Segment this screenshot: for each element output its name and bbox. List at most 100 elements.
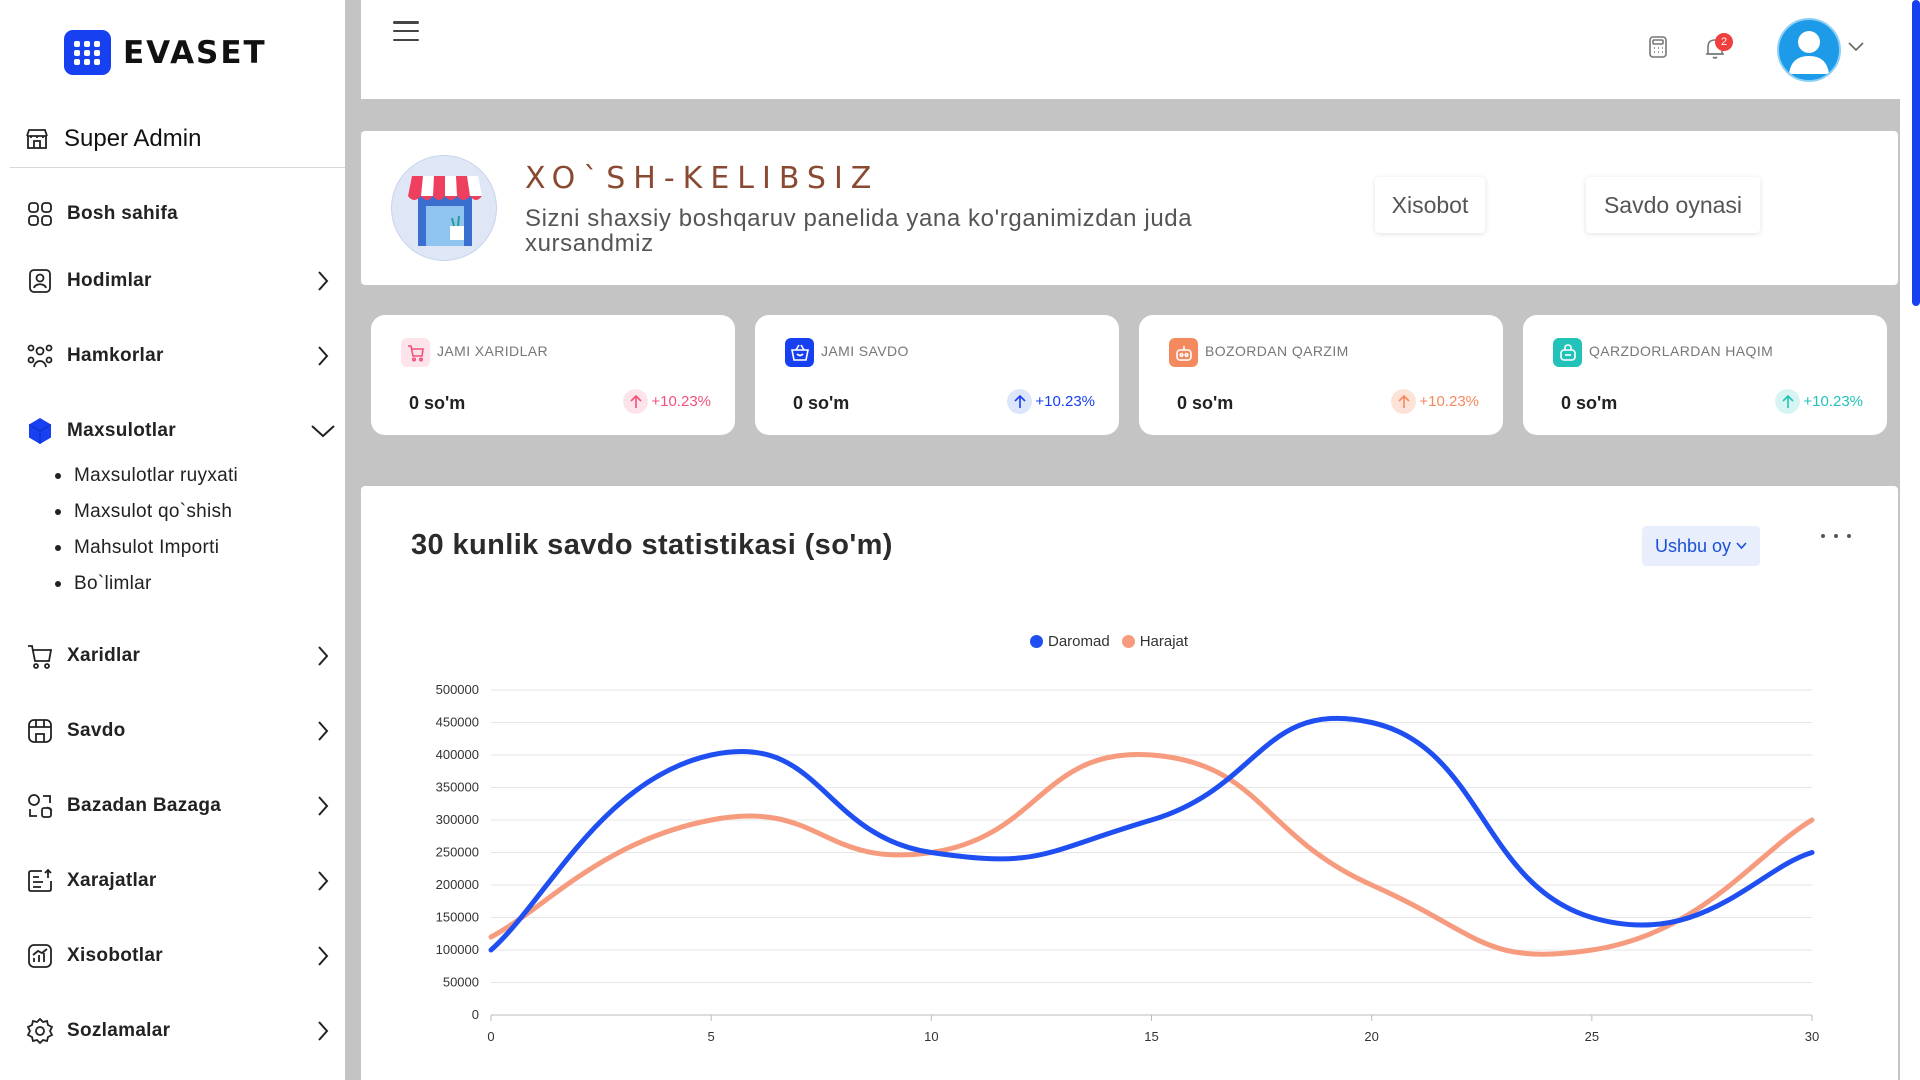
role-text: Super Admin <box>64 125 202 152</box>
arrow-up-icon <box>1782 394 1794 408</box>
y-tick-label: 400000 <box>436 747 479 762</box>
stat-card-market-debt[interactable]: BOZORDAN QARZIM 0 so'm +10.23% <box>1139 315 1503 435</box>
arrow-up-icon <box>1398 394 1410 408</box>
arrow-up-icon <box>630 394 642 408</box>
stat-card-debtors[interactable]: QARZDORLARDAN HAQIM 0 so'm +10.23% <box>1523 315 1887 435</box>
x-tick-label: 0 <box>487 1029 494 1044</box>
stat-value: 0 so'm <box>1177 393 1234 413</box>
stat-label: JAMI SAVDO <box>821 343 909 359</box>
store-icon <box>28 719 52 743</box>
sidebar-item-label: Xisobotlar <box>67 945 163 966</box>
period-select[interactable]: Ushbu oy <box>1642 526 1760 566</box>
sidebar-item-label: Savdo <box>67 720 126 741</box>
logo-grid-icon <box>64 30 111 75</box>
sidebar-item-label: Hamkorlar <box>67 345 164 366</box>
y-tick-label: 500000 <box>436 682 479 697</box>
sidebar-item-xisobotlar[interactable]: Xisobotlar <box>25 936 330 976</box>
chevron-down-icon[interactable] <box>1848 42 1864 52</box>
sidebar-item-hodimlar[interactable]: Hodimlar <box>25 261 330 301</box>
chart-title: 30 kunlik savdo statistikasi (so'm) <box>411 529 893 561</box>
y-tick-label: 250000 <box>436 845 479 860</box>
chevron-right-icon <box>318 721 329 741</box>
legend-label: Daromad <box>1048 633 1110 650</box>
chevron-right-icon <box>318 1021 329 1041</box>
legend-swatch <box>1121 635 1135 648</box>
sidebar: EVASET Super Admin Bosh sahifa Hodimlar … <box>0 0 345 1080</box>
sidebar-subitem-qoshish[interactable]: Maxsulot qo`shish <box>55 501 232 523</box>
avatar[interactable] <box>1777 18 1841 82</box>
sidebar-item-label: Xarajatlar <box>67 870 157 891</box>
sidebar-subitem-ruyxati[interactable]: Maxsulotlar ruyxati <box>55 465 238 487</box>
expense-icon <box>28 868 52 892</box>
sidebar-item-xaridlar[interactable]: Xaridlar <box>25 636 330 676</box>
cart-icon <box>407 344 424 362</box>
stat-card-sales[interactable]: JAMI SAVDO 0 so'm +10.23% <box>755 315 1119 435</box>
sales-window-button[interactable]: Savdo oynasi <box>1586 177 1760 233</box>
shop-icon <box>26 129 48 149</box>
stat-icon <box>1169 338 1198 367</box>
legend-item-daromad[interactable]: Daromad <box>1030 633 1110 650</box>
x-tick-label: 5 <box>708 1029 715 1044</box>
users-group-icon <box>27 344 53 368</box>
sidebar-item-sozlamalar[interactable]: Sozlamalar <box>25 1011 330 1051</box>
x-tick-label: 25 <box>1585 1029 1599 1044</box>
stat-icon <box>785 338 814 367</box>
stat-value: 0 so'm <box>1561 393 1618 413</box>
x-tick-label: 20 <box>1364 1029 1378 1044</box>
chevron-right-icon <box>318 871 329 891</box>
sidebar-item-savdo[interactable]: Savdo <box>25 711 330 751</box>
y-tick-label: 300000 <box>436 812 479 827</box>
cart-icon <box>28 645 53 669</box>
x-tick-label: 30 <box>1805 1029 1819 1044</box>
stat-label: QARZDORLARDAN HAQIM <box>1589 343 1774 359</box>
more-options-icon[interactable] <box>1821 526 1851 546</box>
scrollbar-thumb[interactable] <box>1912 0 1920 306</box>
stat-value: 0 so'm <box>793 393 850 413</box>
welcome-title: XO`SH-KELIBSIZ <box>525 161 880 196</box>
brand-logo[interactable]: EVASET <box>64 30 267 75</box>
y-tick-label: 150000 <box>436 910 479 925</box>
stat-change-text: +10.23% <box>1035 393 1095 410</box>
chevron-right-icon <box>318 271 329 291</box>
sidebar-item-bosh-sahifa[interactable]: Bosh sahifa <box>25 194 330 234</box>
report-button[interactable]: Xisobot <box>1375 177 1485 233</box>
sidebar-subitem-importi[interactable]: Mahsulot Importi <box>55 537 219 559</box>
sidebar-item-label: Bazadan Bazaga <box>67 795 222 816</box>
sidebar-item-bazadan-bazaga[interactable]: Bazadan Bazaga <box>25 786 330 826</box>
stat-icon <box>401 338 430 367</box>
calculator-icon[interactable] <box>1647 35 1669 59</box>
stat-label: BOZORDAN QARZIM <box>1205 343 1349 359</box>
role-label: Super Admin <box>25 125 201 153</box>
menu-toggle-icon[interactable] <box>393 21 419 41</box>
sidebar-item-maxsulotlar[interactable]: Maxsulotlar <box>25 411 335 451</box>
period-select-value: Ushbu oy <box>1654 535 1732 556</box>
top-header: 2 <box>361 0 1900 99</box>
stat-label: JAMI XARIDLAR <box>437 343 548 359</box>
sales-chart-card: 30 kunlik savdo statistikasi (so'm) Ushb… <box>361 486 1898 1080</box>
stat-change-text: +10.23% <box>1803 393 1863 410</box>
sidebar-item-hamkorlar[interactable]: Hamkorlar <box>25 336 330 376</box>
stat-card-purchases[interactable]: JAMI XARIDLAR 0 so'm +10.23% <box>371 315 735 435</box>
stat-change-text: +10.23% <box>1419 393 1479 410</box>
sidebar-item-label: Hodimlar <box>67 270 152 291</box>
stat-change: +10.23% <box>623 389 711 414</box>
sidebar-item-label: Bosh sahifa <box>67 203 178 224</box>
legend-item-harajat[interactable]: Harajat <box>1121 633 1188 650</box>
basket-icon <box>790 344 809 361</box>
chevron-right-icon <box>318 946 329 966</box>
sidebar-subitem-bolimlar[interactable]: Bo`limlar <box>55 573 152 595</box>
storefront-illustration <box>391 155 497 261</box>
stat-change-text: +10.23% <box>651 393 711 410</box>
y-tick-label: 0 <box>472 1007 479 1022</box>
stat-change: +10.23% <box>1775 389 1863 414</box>
chevron-right-icon <box>318 346 329 366</box>
y-tick-label: 50000 <box>443 975 479 990</box>
user-badge-icon <box>29 269 51 293</box>
legend-swatch <box>1030 635 1043 648</box>
line-chart: 0 50000 100000 150000 200000 250000 300000 3500… <box>436 682 1820 1044</box>
x-tick-label: 10 <box>924 1029 938 1044</box>
y-tick-label: 200000 <box>436 877 479 892</box>
sidebar-item-xarajatlar[interactable]: Xarajatlar <box>25 861 330 901</box>
report-chart-icon <box>28 944 52 968</box>
x-tick-label: 15 <box>1144 1029 1158 1044</box>
